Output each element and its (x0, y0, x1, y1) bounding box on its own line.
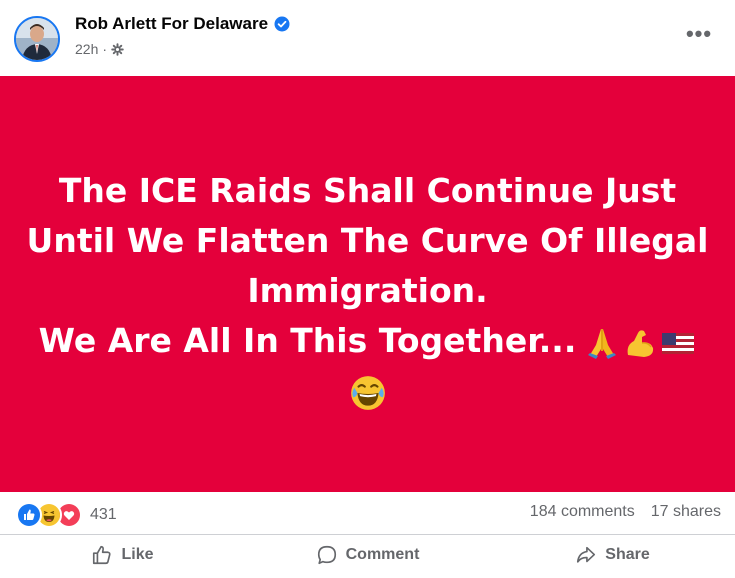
post-text-line-with-emojis: We Are All In This Together... (23, 316, 713, 366)
more-options-button[interactable]: ••• (685, 20, 713, 48)
thumbs-up-icon (93, 545, 112, 565)
share-arrow-icon (577, 546, 596, 563)
post-text-line: Until We Flatten The Curve Of Illegal (26, 221, 709, 260)
facebook-post-card: Rob Arlett For Delaware 22h · ••• The IC… (0, 0, 735, 578)
author-name-row: Rob Arlett For Delaware (75, 14, 290, 34)
post-text-line: The ICE Raids Shall Continue Just (58, 171, 677, 210)
post-text-emoji-line (23, 366, 713, 416)
comment-label: Comment (345, 546, 420, 563)
author-name[interactable]: Rob Arlett For Delaware (75, 14, 268, 34)
post-meta: 22h · (75, 41, 124, 57)
post-time[interactable]: 22h (75, 41, 98, 57)
post-text: The ICE Raids Shall Continue Just Until … (23, 166, 713, 416)
folded-hands-icon (588, 328, 617, 359)
comments-count[interactable]: 184 comments (530, 503, 635, 521)
post-header: Rob Arlett For Delaware 22h · ••• (0, 0, 735, 76)
post-stats: 431 184 comments 17 shares (0, 492, 735, 534)
engagement-counts: 184 comments 17 shares (530, 503, 721, 521)
meta-separator: · (102, 41, 108, 57)
post-text-line: Immigration. (247, 271, 488, 310)
reaction-count[interactable]: 431 (90, 506, 117, 524)
like-label: Like (121, 546, 154, 563)
comment-bubble-icon (317, 545, 336, 565)
avatar[interactable] (14, 16, 60, 62)
post-background: The ICE Raids Shall Continue Just Until … (0, 76, 735, 492)
verified-badge-icon (274, 16, 290, 32)
post-actions: Like Comment Share (0, 534, 735, 575)
like-button[interactable]: Like (0, 537, 245, 573)
share-label: Share (605, 546, 650, 563)
privacy-gear-icon[interactable] (111, 42, 124, 56)
us-flag-icon (662, 332, 695, 354)
emoji-row (584, 325, 696, 361)
shares-count[interactable]: 17 shares (651, 503, 721, 521)
flexed-biceps-icon (627, 329, 654, 357)
avatar-image (16, 18, 58, 60)
comment-button[interactable]: Comment (245, 537, 490, 573)
tears-of-joy-icon (350, 375, 385, 410)
post-text-line: We Are All In This Together... (38, 321, 577, 360)
share-button[interactable]: Share (490, 537, 735, 573)
reactions-summary[interactable]: 431 (16, 502, 117, 528)
like-reaction-icon (16, 502, 42, 528)
